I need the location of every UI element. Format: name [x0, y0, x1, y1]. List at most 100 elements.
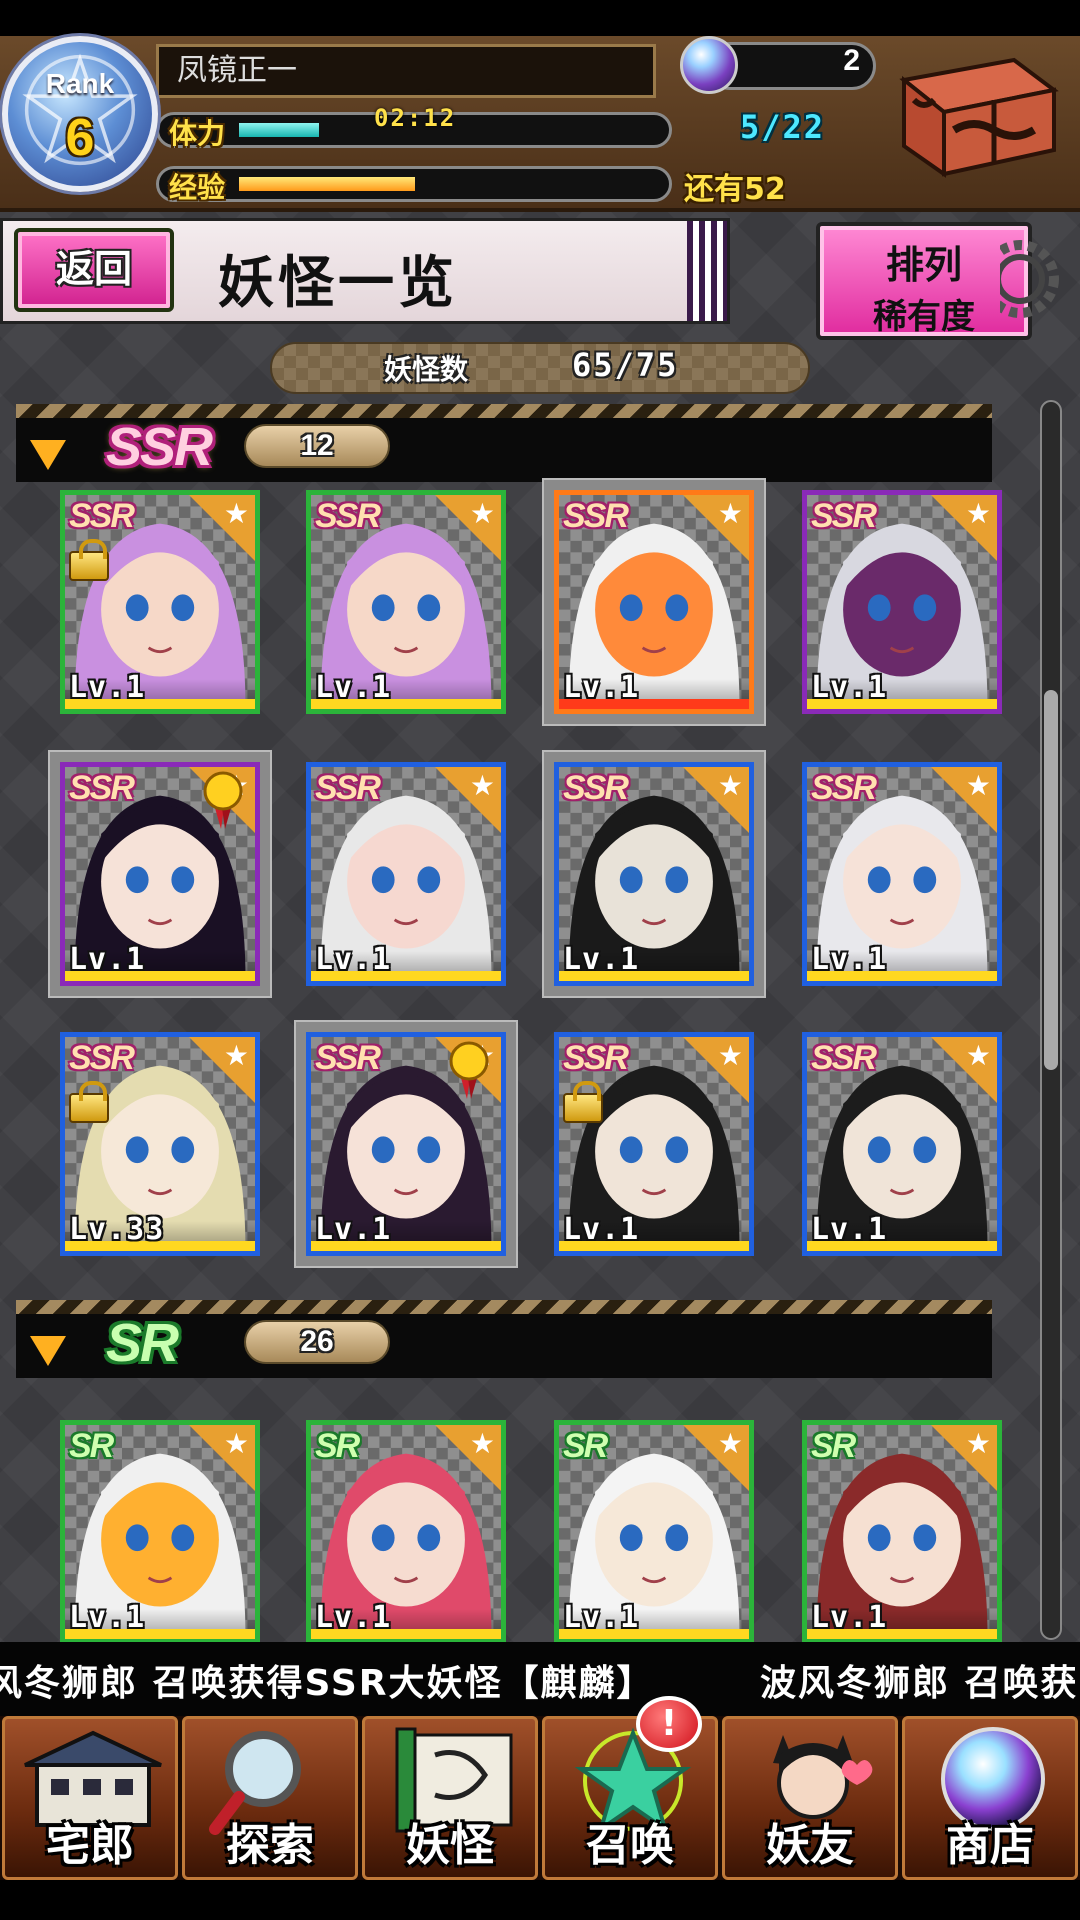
nav-explore-button[interactable]: 探索	[182, 1716, 358, 1880]
rank-value: 6	[65, 109, 95, 167]
nav-yokai-button[interactable]: 妖怪	[362, 1716, 538, 1880]
card-rarity-tag: SSR	[315, 497, 381, 535]
stamina-fill	[239, 123, 319, 137]
yokai-card[interactable]: ★ SR Lv.1	[802, 1420, 1002, 1644]
section-count: 12	[244, 424, 390, 468]
scrollbar-thumb[interactable]	[1044, 690, 1058, 1070]
card-level: Lv.1	[315, 1212, 392, 1247]
section-rarity: SSR	[106, 417, 213, 477]
star-icon: ★	[717, 1039, 743, 1072]
card-level: Lv.1	[563, 942, 640, 977]
exp-remaining: 还有52	[684, 172, 786, 207]
star-icon: ★	[469, 497, 495, 530]
star-icon: ★	[965, 1427, 991, 1460]
stamina-timer: 02:12	[374, 104, 457, 132]
gem-count: 2	[843, 44, 860, 77]
card-level: Lv.1	[563, 1600, 640, 1635]
card-level: Lv.1	[811, 670, 888, 705]
card-level: Lv.1	[69, 1600, 146, 1635]
card-level: Lv.1	[315, 670, 392, 705]
card-rarity-tag: SSR	[811, 497, 877, 535]
rank-badge[interactable]: Rank 6	[2, 36, 158, 192]
card-level: Lv.1	[811, 1212, 888, 1247]
exp-fill	[239, 177, 415, 191]
medal-icon	[449, 1041, 489, 1099]
yokai-card[interactable]: ★SSRLv.1	[306, 762, 506, 986]
ticker-message-next: 波风冬狮郎 召唤获	[760, 1663, 1079, 1704]
gear-icon	[1000, 240, 1059, 318]
card-level: Lv.1	[69, 942, 146, 977]
card-rarity-tag: SSR	[563, 497, 629, 535]
star-icon: ★	[717, 497, 743, 530]
collection-label: 妖怪数	[384, 353, 469, 386]
lock-icon	[69, 539, 109, 581]
yokai-card[interactable]: ★ SR Lv.1	[306, 1420, 506, 1644]
card-rarity-tag: SSR	[69, 497, 135, 535]
yokai-card[interactable]: ★SSRLv.1	[802, 762, 1002, 986]
collapse-triangle-icon[interactable]	[30, 1336, 66, 1366]
nav-label: 妖友	[766, 1820, 854, 1871]
yokai-card[interactable]: ★ SR Lv.1	[554, 1420, 754, 1644]
treasure-chest-icon[interactable]	[884, 50, 1064, 180]
alert-badge: !	[636, 1696, 702, 1752]
section-count: 26	[244, 1320, 390, 1364]
nav-label: 探索	[226, 1820, 314, 1871]
yokai-card[interactable]: ★SSRLv.1	[554, 1032, 754, 1256]
star-icon: ★	[965, 497, 991, 530]
collapse-triangle-icon[interactable]	[30, 440, 66, 470]
news-ticker: 风冬狮郎 召唤获得SSR大妖怪【麒麟】 波风冬狮郎 召唤获	[0, 1642, 1080, 1716]
star-icon: ★	[223, 1427, 249, 1460]
yokai-card[interactable]: ★ SSR Lv.1	[306, 490, 506, 714]
card-level: Lv.1	[315, 1600, 392, 1635]
section-header-sr[interactable]: SR 26	[16, 1300, 992, 1378]
yokai-card[interactable]: ★SSRLv.1	[306, 1032, 506, 1256]
sort-mode-label: 稀有度	[873, 297, 975, 337]
card-level: Lv.1	[563, 670, 640, 705]
nav-label: 召唤	[586, 1820, 674, 1871]
nav-friends-button[interactable]: 妖友	[722, 1716, 898, 1880]
nav-label: 妖怪	[406, 1820, 494, 1871]
yokai-card[interactable]: ★ SSR Lv.1	[554, 490, 754, 714]
yokai-card[interactable]: ★ SSR Lv.1	[60, 490, 260, 714]
summon-ticket-count: 5/22	[740, 108, 826, 146]
ticker-message: 风冬狮郎 召唤获得SSR大妖怪【麒麟】	[0, 1663, 655, 1704]
star-icon: ★	[223, 497, 249, 530]
nav-shop-button[interactable]: 商店	[902, 1716, 1078, 1880]
exp-bar: 经验	[156, 166, 672, 204]
yokai-card[interactable]: ★SSRLv.1	[802, 1032, 1002, 1256]
star-icon: ★	[717, 769, 743, 802]
yokai-card[interactable]: ★ SSR Lv.33	[60, 1032, 260, 1256]
section-rarity: SR	[106, 1313, 179, 1373]
card-rarity-tag: SSR	[315, 769, 381, 807]
nav-home-button[interactable]: 宅郎	[2, 1716, 178, 1880]
page-title: 妖怪一览	[218, 250, 458, 316]
card-level: Lv.33	[69, 1212, 165, 1247]
card-rarity-tag: SSR	[69, 769, 135, 807]
card-level: Lv.1	[811, 1600, 888, 1635]
yokai-card[interactable]: ★ SSR Lv.1	[802, 490, 1002, 714]
yokai-card[interactable]: ★SSRLv.1	[60, 762, 260, 986]
card-rarity-tag: SR	[563, 1427, 608, 1465]
stamina-label: 体力	[169, 117, 226, 150]
status-bar	[0, 0, 1080, 36]
card-rarity-tag: SSR	[811, 769, 877, 807]
section-header-ssr[interactable]: SSR 12	[16, 404, 992, 482]
lock-icon	[563, 1081, 603, 1123]
back-button[interactable]: 返回	[14, 228, 174, 312]
sort-button-label: 排列	[885, 242, 962, 287]
card-rarity-tag: SSR	[315, 1039, 381, 1077]
yokai-card[interactable]: ★ SSR Lv.1	[554, 762, 754, 986]
star-icon: ★	[717, 1427, 743, 1460]
card-rarity-tag: SSR	[563, 769, 629, 807]
collection-value: 65/75	[572, 346, 679, 384]
player-name: 凤镜正一	[156, 44, 656, 98]
card-level: Lv.1	[563, 1212, 640, 1247]
card-level: Lv.1	[811, 942, 888, 977]
bottom-nav: 宅郎 探索 妖怪 召唤 妖友 商店	[0, 1716, 1080, 1880]
nav-label: 商店	[946, 1820, 1034, 1871]
card-level: Lv.1	[315, 942, 392, 977]
yokai-card[interactable]: ★ SR Lv.1	[60, 1420, 260, 1644]
collection-count-pill	[270, 342, 810, 394]
star-icon: ★	[965, 1039, 991, 1072]
card-level: Lv.1	[69, 670, 146, 705]
